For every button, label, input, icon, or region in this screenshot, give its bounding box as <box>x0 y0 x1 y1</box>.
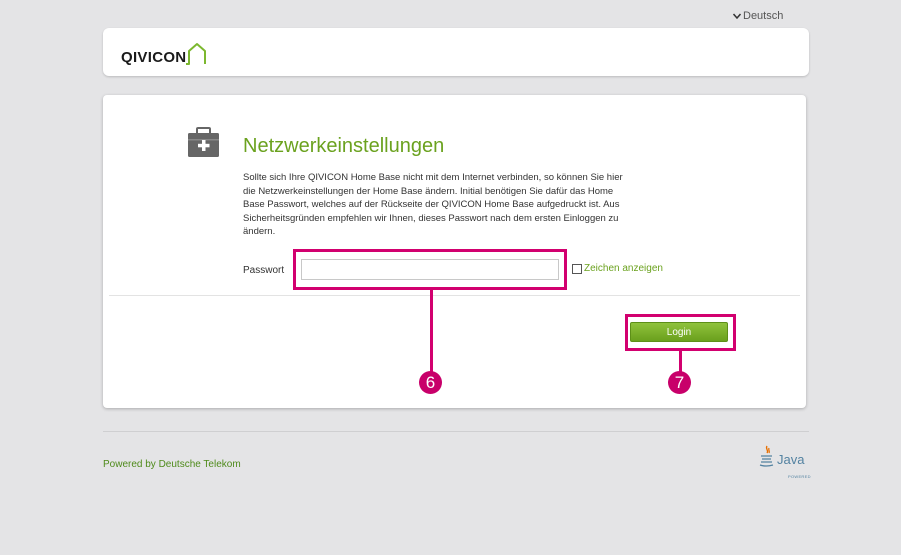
java-powered-label: POWERED <box>788 474 811 479</box>
password-highlight-box <box>293 249 567 290</box>
password-label: Passwort <box>243 265 285 276</box>
page-title: Netzwerkeinstellungen <box>243 135 445 157</box>
show-characters-label[interactable]: Zeichen anzeigen <box>584 263 663 274</box>
callout-6-line <box>430 290 433 372</box>
show-characters-checkbox[interactable] <box>572 263 582 274</box>
callout-7-badge: 7 <box>668 371 691 394</box>
language-selector[interactable]: Deutsch <box>733 10 783 22</box>
footer-divider <box>103 431 809 432</box>
language-label: Deutsch <box>743 10 784 22</box>
java-logo: Java POWERED <box>758 445 810 479</box>
header-bar: QIVICON <box>103 28 809 76</box>
callout-7-line <box>679 351 682 373</box>
java-label: Java <box>777 452 805 467</box>
qivicon-logo[interactable]: QIVICON <box>121 38 208 66</box>
toolbox-icon <box>188 127 219 157</box>
divider <box>109 295 800 296</box>
callout-6-badge: 6 <box>419 371 442 394</box>
login-highlight-box <box>625 314 736 351</box>
java-cup-icon <box>759 445 774 467</box>
house-outline-icon <box>186 43 207 65</box>
description-text: Sollte sich Ihre QIVICON Home Base nicht… <box>243 172 623 237</box>
powered-by-link[interactable]: Powered by Deutsche Telekom <box>103 459 241 470</box>
logo-text: QIVICON <box>121 49 187 66</box>
show-characters-toggle[interactable]: Zeichen anzeigen <box>572 263 663 274</box>
chevron-down-icon <box>733 13 741 19</box>
